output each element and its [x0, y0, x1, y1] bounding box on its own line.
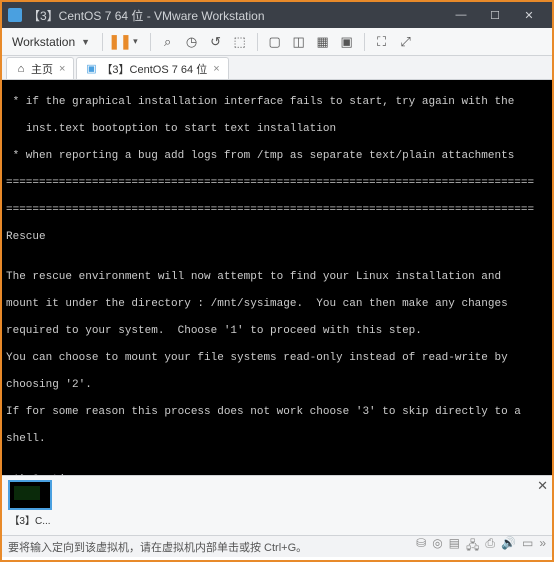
tab-label: 【3】CentOS 7 64 位: [101, 61, 207, 77]
close-icon[interactable]: ×: [59, 63, 65, 75]
revert-button[interactable]: ↺: [205, 31, 227, 53]
tab-bar: ⌂ 主页 × ▣ 【3】CentOS 7 64 位 ×: [2, 56, 552, 80]
home-icon: ⌂: [15, 63, 27, 75]
window-titlebar: 【3】CentOS 7 64 位 - VMware Workstation — …: [2, 2, 552, 28]
close-icon[interactable]: ×: [213, 63, 219, 75]
network-icon[interactable]: 🖧: [466, 536, 479, 557]
thumbnail-label: 【3】C...: [8, 512, 52, 527]
vm-icon: ▣: [85, 63, 97, 75]
more-icon[interactable]: »: [539, 536, 546, 557]
manage-button[interactable]: ⬚: [229, 31, 251, 53]
maximize-button[interactable]: ☐: [478, 2, 512, 28]
sound-icon[interactable]: 🔊: [501, 536, 516, 557]
chevron-down-icon[interactable]: ▼: [81, 37, 90, 47]
disk-icon[interactable]: ⛁: [416, 536, 426, 557]
floppy-icon[interactable]: ▤: [449, 536, 460, 557]
workstation-menu[interactable]: Workstation: [8, 35, 79, 49]
view-grid-button[interactable]: ▦: [312, 31, 334, 53]
tab-home[interactable]: ⌂ 主页 ×: [6, 57, 74, 79]
view-single-button[interactable]: ▢: [264, 31, 286, 53]
view-split-button[interactable]: ◫: [288, 31, 310, 53]
unity-button[interactable]: ▣: [336, 31, 358, 53]
stretch-button[interactable]: ⤢: [395, 31, 417, 53]
app-icon: [8, 8, 22, 22]
fullscreen-button[interactable]: ⛶: [371, 31, 393, 53]
status-bar: 要将输入定向到该虚拟机，请在虚拟机内部单击或按 Ctrl+G。 ⛁ ◎ ▤ 🖧 …: [2, 535, 552, 557]
close-button[interactable]: ✕: [512, 2, 546, 28]
window-title: 【3】CentOS 7 64 位 - VMware Workstation: [28, 7, 444, 24]
tab-vm[interactable]: ▣ 【3】CentOS 7 64 位 ×: [76, 57, 228, 79]
minimize-button[interactable]: —: [444, 2, 478, 28]
device-icons: ⛁ ◎ ▤ 🖧 ⎙ 🔊 ▭ »: [416, 536, 546, 557]
pause-button[interactable]: ❚❚: [109, 31, 131, 53]
send-ctrl-alt-del-button[interactable]: ⌕: [157, 31, 179, 53]
thumbnail-bar: ✕ 【3】C...: [2, 475, 552, 535]
snapshot-button[interactable]: ◷: [181, 31, 203, 53]
vm-thumbnail[interactable]: 【3】C...: [8, 480, 52, 527]
close-thumbnails-button[interactable]: ✕: [537, 478, 548, 494]
main-toolbar: Workstation ▼ ❚❚ ▾ ⌕ ◷ ↺ ⬚ ▢ ◫ ▦ ▣ ⛶ ⤢: [2, 28, 552, 56]
usb-icon[interactable]: ⎙: [485, 536, 495, 557]
status-hint: 要将输入定向到该虚拟机，请在虚拟机内部单击或按 Ctrl+G。: [8, 539, 307, 555]
display-icon[interactable]: ▭: [522, 536, 533, 557]
tab-label: 主页: [31, 61, 53, 77]
thumbnail-image: [8, 480, 52, 510]
cd-icon[interactable]: ◎: [432, 536, 442, 557]
chevron-down-icon[interactable]: ▾: [133, 36, 138, 47]
vm-console[interactable]: * if the graphical installation interfac…: [2, 80, 552, 475]
